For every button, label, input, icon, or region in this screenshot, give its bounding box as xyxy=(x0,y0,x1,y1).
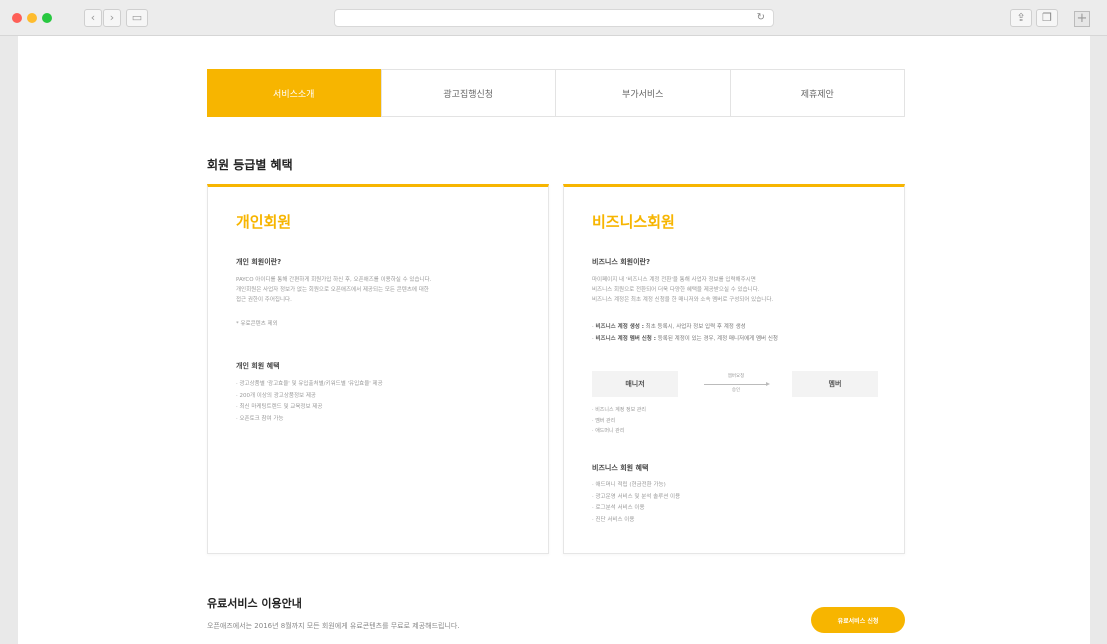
browser-toolbar: ‹ › ▭ ↻ ⇪ ❐ + xyxy=(0,0,1107,36)
manager-duty-list: 비즈니스 계정 정보 관리 멤버 관리 애드머니 관리 xyxy=(592,405,646,437)
business-benefit-heading: 비즈니스 회원 혜택 xyxy=(592,464,649,472)
share-icon[interactable]: ⇪ xyxy=(1010,9,1032,27)
paid-service-description: 오픈애즈에서는 2016년 8월까지 모든 회원에게 유료콘텐츠를 무료로 제공… xyxy=(207,622,460,630)
personal-what-heading: 개인 회원이란? xyxy=(236,258,282,266)
zoom-window-button[interactable] xyxy=(42,13,52,23)
manager-box: 매니저 xyxy=(592,371,678,397)
business-highlights: · 비즈니스 계정 생성 : 최초 등록시, 사업자 정보 입력 후 계정 생성… xyxy=(592,321,778,345)
personal-description: PAYCO 아이디를 통해 간편하게 회원가입 하신 후, 오픈애즈를 이용하실… xyxy=(236,277,432,303)
list-item: 애드머니 관리 xyxy=(592,426,646,437)
list-item: 애드머니 적립 (현금전환 가능) xyxy=(592,480,680,492)
highlight-row: · 비즈니스 계정 생성 : 최초 등록시, 사업자 정보 입력 후 계정 생성 xyxy=(592,324,746,330)
member-box: 멤버 xyxy=(792,371,878,397)
business-member-card: 비즈니스회원 비즈니스 회원이란? 마이페이지 내 '비즈니스 계정 전환'을 … xyxy=(563,184,905,554)
personal-member-card: 개인회원 개인 회원이란? PAYCO 아이디를 통해 간편하게 회원가입 하신… xyxy=(207,184,549,554)
list-item: 로그분석 서비스 이용 xyxy=(592,503,680,515)
service-tab-bar: 서비스소개 광고집행신청 부가서비스 제휴제안 xyxy=(207,69,905,117)
business-benefit-list: 애드머니 적립 (현금전환 가능) 광고운영 서비스 및 분석 솔루션 이용 로… xyxy=(592,480,681,527)
list-item: 광고상품별 '광고효율' 및 유입출처별/키워드별 '유입효율' 제공 xyxy=(236,379,383,391)
back-icon[interactable]: ‹ xyxy=(84,9,102,27)
list-item: 200개 이상의 광고상품정보 제공 xyxy=(236,391,383,403)
personal-note: * 유료콘텐츠 제외 xyxy=(236,321,278,327)
personal-benefit-list: 광고상품별 '광고효율' 및 유입출처별/키워드별 '유입효율' 제공 200개… xyxy=(236,379,383,425)
tabs-overview-icon[interactable]: ❐ xyxy=(1036,9,1058,27)
forward-icon[interactable]: › xyxy=(103,9,121,27)
paid-service-title: 유료서비스 이용안내 xyxy=(207,597,302,610)
sidebar-icon[interactable]: ▭ xyxy=(126,9,148,27)
personal-card-title: 개인회원 xyxy=(236,213,292,231)
business-card-title: 비즈니스회원 xyxy=(592,213,675,231)
close-window-button[interactable] xyxy=(12,13,22,23)
arrow-top-label: 멤버요청 xyxy=(727,374,745,379)
section-title: 회원 등급별 혜택 xyxy=(207,158,293,172)
business-description: 마이페이지 내 '비즈니스 계정 전환'을 통해 사업자 정보를 입력해주시면 … xyxy=(592,277,774,303)
address-bar[interactable]: ↻ xyxy=(334,9,774,27)
paid-service-apply-button[interactable]: 유료서비스 신청 xyxy=(811,607,905,633)
personal-benefit-heading: 개인 회원 혜택 xyxy=(236,362,280,370)
tab-service-intro[interactable]: 서비스소개 xyxy=(207,69,381,117)
arrow-bottom-label: 승인 xyxy=(731,388,741,393)
highlight-row: · 비즈니스 계정 멤버 신청 : 등록된 계정이 있는 경우, 계정 매니저에… xyxy=(592,336,778,342)
list-item: 진단 서비스 이용 xyxy=(592,515,680,527)
list-item: 비즈니스 계정 정보 관리 xyxy=(592,405,646,416)
arrow-right-icon xyxy=(704,382,770,386)
tab-partnership[interactable]: 제휴제안 xyxy=(729,70,905,116)
list-item: 광고운영 서비스 및 분석 솔루션 이용 xyxy=(592,492,681,504)
new-tab-icon[interactable]: + xyxy=(1074,11,1090,27)
tab-additional-services[interactable]: 부가서비스 xyxy=(555,70,730,116)
tab-ad-application[interactable]: 광고집행신청 xyxy=(380,70,556,116)
member-request-flow: 멤버요청 승인 xyxy=(690,371,782,397)
minimize-window-button[interactable] xyxy=(27,13,37,23)
reload-icon[interactable]: ↻ xyxy=(757,10,765,26)
list-item: 최신 마케팅트렌드 및 교육정보 제공 xyxy=(236,402,383,414)
page-content: 서비스소개 광고집행신청 부가서비스 제휴제안 회원 등급별 혜택 개인회원 개… xyxy=(18,36,1090,644)
list-item: 오픈토크 참여 가능 xyxy=(236,414,383,426)
list-item: 멤버 관리 xyxy=(592,416,646,427)
business-what-heading: 비즈니스 회원이란? xyxy=(592,258,651,266)
